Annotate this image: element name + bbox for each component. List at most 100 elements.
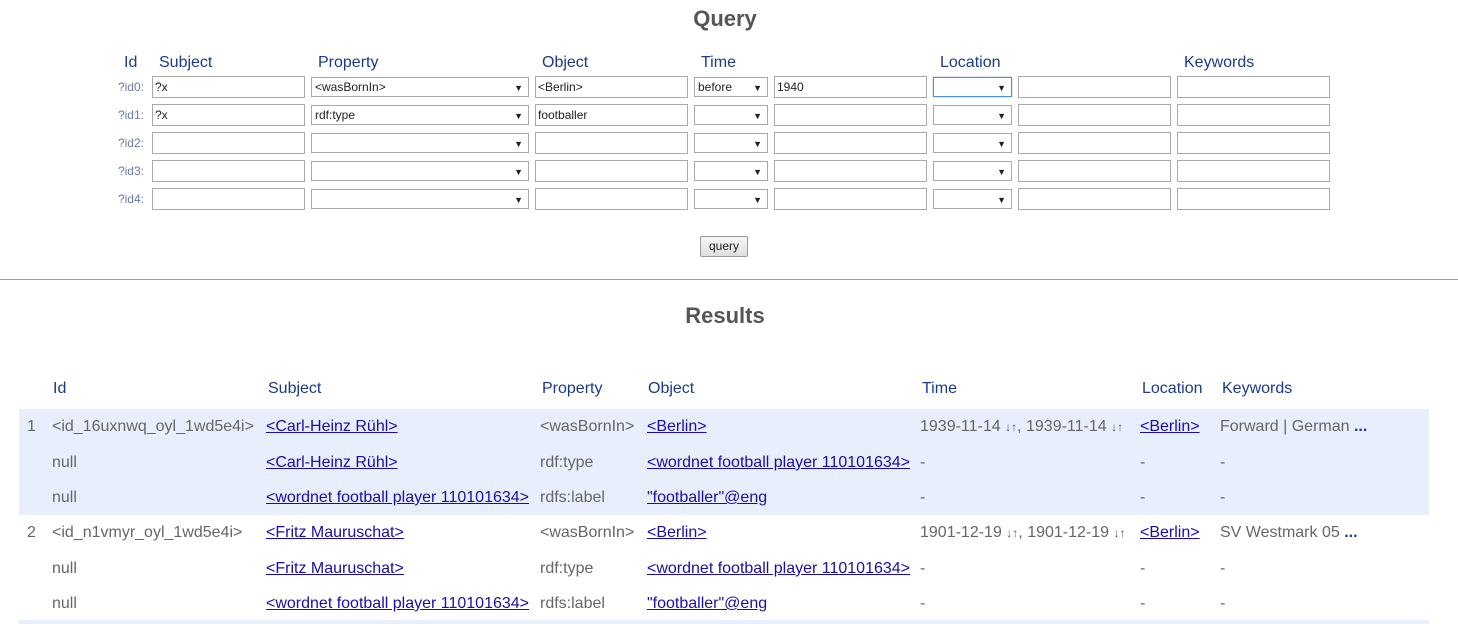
location-operator-select[interactable]: ▼ bbox=[933, 105, 1012, 125]
subject-link[interactable]: <Fritz Mauruschat> bbox=[266, 560, 404, 577]
query-header-keywords: Keywords bbox=[1184, 54, 1255, 71]
chevron-down-icon: ▼ bbox=[997, 195, 1006, 205]
time-operator-select[interactable]: before ▼ bbox=[694, 77, 768, 97]
object-link[interactable]: "footballer"@eng bbox=[647, 595, 767, 612]
object-input[interactable]: footballer bbox=[535, 104, 688, 126]
results-header-property: Property bbox=[542, 380, 603, 397]
object-input[interactable]: <Berlin> bbox=[535, 76, 688, 98]
result-group-band bbox=[19, 620, 1429, 624]
time-begin: 1901-12-19 bbox=[920, 524, 1002, 541]
chevron-down-icon: ▼ bbox=[753, 195, 762, 205]
subject-input[interactable] bbox=[152, 132, 305, 154]
sort-arrows-icon[interactable]: ↓↑ bbox=[1113, 526, 1125, 540]
property-select[interactable]: ▼ bbox=[311, 161, 529, 181]
time-operator-select[interactable]: ▼ bbox=[694, 161, 768, 181]
subject-link[interactable]: <Fritz Mauruschat> bbox=[266, 524, 404, 541]
result-keywords: - bbox=[1220, 489, 1226, 506]
more-keywords-link[interactable]: ... bbox=[1354, 418, 1367, 435]
subject-link[interactable]: <Carl-Heinz Rühl> bbox=[266, 454, 398, 471]
subject-input[interactable]: ?x bbox=[152, 76, 305, 98]
result-property: rdf:type bbox=[540, 454, 594, 471]
object-link[interactable]: "footballer"@eng bbox=[647, 489, 767, 506]
keywords-input[interactable] bbox=[1177, 104, 1330, 126]
result-location: - bbox=[1140, 560, 1146, 577]
location-link[interactable]: <Berlin> bbox=[1140, 524, 1200, 541]
time-value-input[interactable] bbox=[774, 188, 927, 210]
subject-input[interactable] bbox=[152, 160, 305, 182]
chevron-down-icon: ▼ bbox=[514, 167, 523, 177]
query-header-property: Property bbox=[318, 54, 379, 71]
time-operator-select[interactable]: ▼ bbox=[694, 105, 768, 125]
query-title: Query bbox=[693, 6, 757, 31]
time-value-input[interactable]: 1940 bbox=[774, 76, 927, 98]
keywords-input[interactable] bbox=[1177, 132, 1330, 154]
object-link[interactable]: <wordnet football player 110101634> bbox=[647, 454, 910, 471]
result-property: rdfs:label bbox=[540, 489, 605, 506]
more-keywords-link[interactable]: ... bbox=[1344, 524, 1357, 541]
result-id: null bbox=[52, 560, 77, 577]
time-operator-select[interactable]: ▼ bbox=[694, 189, 768, 209]
subject-link[interactable]: <wordnet football player 110101634> bbox=[266, 489, 529, 506]
time-value-input[interactable] bbox=[774, 104, 927, 126]
object-input[interactable] bbox=[535, 132, 688, 154]
property-select[interactable]: ▼ bbox=[311, 189, 529, 209]
result-time: 1939-11-14 ↓↑, 1939-11-14 ↓↑ bbox=[920, 418, 1124, 435]
location-value-input[interactable] bbox=[1018, 160, 1171, 182]
time-value-input[interactable] bbox=[774, 160, 927, 182]
keywords-input[interactable] bbox=[1177, 160, 1330, 182]
result-time: 1901-12-19 ↓↑, 1901-12-19 ↓↑ bbox=[920, 524, 1126, 541]
result-id: <id_n1vmyr_oyl_1wd5e4i> bbox=[52, 524, 243, 541]
property-select[interactable]: rdf:type ▼ bbox=[311, 105, 529, 125]
result-property: <wasBornIn> bbox=[540, 524, 635, 541]
results-header-id: Id bbox=[53, 380, 67, 397]
sort-arrows-icon[interactable]: ↓↑ bbox=[1006, 526, 1018, 540]
result-id: null bbox=[52, 595, 77, 612]
time-value-input[interactable] bbox=[774, 132, 927, 154]
object-link[interactable]: <wordnet football player 110101634> bbox=[647, 560, 910, 577]
subject-input[interactable]: ?x bbox=[152, 104, 305, 126]
keywords-text: SV Westmark 05 bbox=[1220, 524, 1340, 541]
location-operator-select[interactable]: ▼ bbox=[933, 77, 1012, 97]
keywords-input[interactable] bbox=[1177, 188, 1330, 210]
location-link[interactable]: <Berlin> bbox=[1140, 418, 1200, 435]
chevron-down-icon: ▼ bbox=[514, 111, 523, 121]
object-input[interactable] bbox=[535, 160, 688, 182]
object-link[interactable]: <Berlin> bbox=[647, 524, 707, 541]
subject-link[interactable]: <wordnet football player 110101634> bbox=[266, 595, 529, 612]
result-location: - bbox=[1140, 595, 1146, 612]
location-operator-select[interactable]: ▼ bbox=[933, 189, 1012, 209]
sort-arrows-icon[interactable]: ↓↑ bbox=[1005, 420, 1017, 434]
property-select[interactable]: <wasBornIn> ▼ bbox=[311, 77, 529, 97]
result-property: rdf:type bbox=[540, 560, 594, 577]
chevron-down-icon: ▼ bbox=[753, 139, 762, 149]
result-id: null bbox=[52, 454, 77, 471]
query-header-subject: Subject bbox=[159, 54, 213, 71]
query-button[interactable]: query bbox=[700, 236, 748, 257]
property-select[interactable]: ▼ bbox=[311, 133, 529, 153]
location-value-input[interactable] bbox=[1018, 104, 1171, 126]
object-input[interactable] bbox=[535, 188, 688, 210]
chevron-down-icon: ▼ bbox=[997, 139, 1006, 149]
location-value-input[interactable] bbox=[1018, 188, 1171, 210]
location-operator-select[interactable]: ▼ bbox=[933, 133, 1012, 153]
object-link[interactable]: <Berlin> bbox=[647, 418, 707, 435]
property-select-value: <wasBornIn> bbox=[315, 80, 386, 94]
subject-link[interactable]: <Carl-Heinz Rühl> bbox=[266, 418, 398, 435]
subject-input[interactable] bbox=[152, 188, 305, 210]
query-header-id: Id bbox=[124, 54, 138, 71]
chevron-down-icon: ▼ bbox=[514, 83, 523, 93]
result-time: - bbox=[920, 454, 926, 471]
keywords-input[interactable] bbox=[1177, 76, 1330, 98]
result-number: 2 bbox=[27, 524, 36, 541]
sort-arrows-icon[interactable]: ↓↑ bbox=[1111, 420, 1123, 434]
location-value-input[interactable] bbox=[1018, 76, 1171, 98]
results-header-subject: Subject bbox=[268, 380, 322, 397]
chevron-down-icon: ▼ bbox=[514, 195, 523, 205]
time-operator-select[interactable]: ▼ bbox=[694, 133, 768, 153]
chevron-down-icon: ▼ bbox=[514, 139, 523, 149]
location-value-input[interactable] bbox=[1018, 132, 1171, 154]
query-header-location: Location bbox=[940, 54, 1001, 71]
location-operator-select[interactable]: ▼ bbox=[933, 161, 1012, 181]
query-row-id: ?id4: bbox=[117, 192, 144, 206]
chevron-down-icon: ▼ bbox=[997, 167, 1006, 177]
